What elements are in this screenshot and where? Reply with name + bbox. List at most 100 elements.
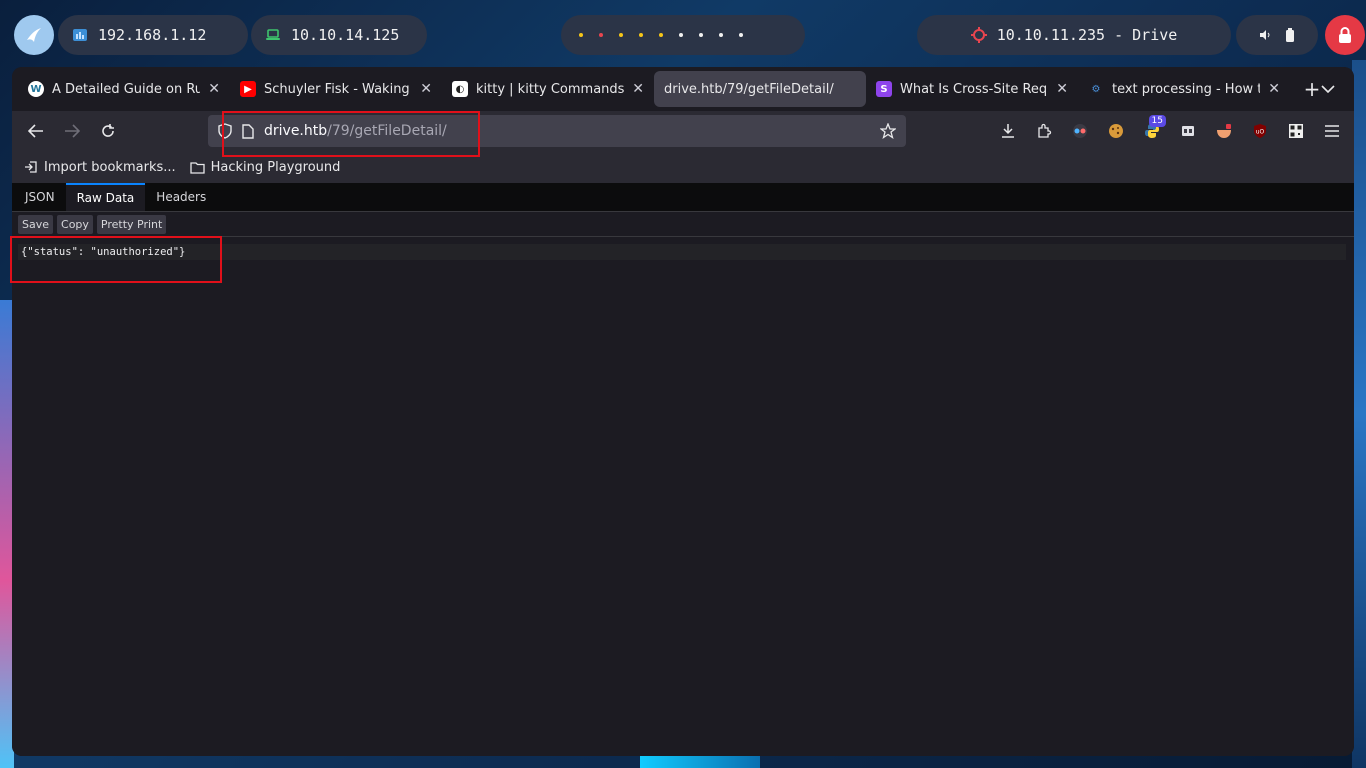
vpn-ip-widget[interactable]: 10.10.14.125 — [251, 15, 427, 55]
workspace-dot[interactable] — [579, 33, 583, 37]
extension-ublock[interactable]: uO — [1244, 115, 1276, 147]
ublock-icon: uO — [1254, 124, 1266, 138]
bookmarks-toolbar: Import bookmarks... Hacking Playground — [12, 151, 1354, 183]
tab-headers[interactable]: Headers — [145, 183, 217, 211]
back-arrow-icon — [28, 124, 43, 138]
downloads-button[interactable] — [992, 115, 1024, 147]
distro-logo-button[interactable] — [14, 15, 54, 55]
bowl-icon — [1217, 124, 1231, 138]
puzzle-icon — [1038, 123, 1052, 138]
battery-icon[interactable] — [1285, 28, 1295, 42]
workspace-switcher[interactable] — [561, 15, 805, 55]
s-icon: S — [876, 81, 892, 97]
volume-icon[interactable] — [1259, 29, 1271, 41]
workspace-dot[interactable] — [619, 33, 623, 37]
tab-label: A Detailed Guide on Rub — [52, 81, 201, 97]
page-icon — [242, 123, 254, 139]
extension-cookie-editor[interactable] — [1100, 115, 1132, 147]
reload-icon — [102, 124, 114, 137]
lock-icon — [1339, 27, 1351, 43]
target-widget[interactable]: 10.10.11.235 - Drive — [917, 15, 1231, 55]
local-ip-text: 192.168.1.12 — [98, 26, 207, 44]
local-ip-widget[interactable]: 192.168.1.12 — [58, 15, 248, 55]
download-icon — [1002, 124, 1014, 138]
pretty-print-button[interactable]: Pretty Print — [96, 214, 167, 234]
target-icon — [970, 27, 987, 43]
bookmark-hacking-playground[interactable]: Hacking Playground — [189, 159, 341, 175]
tab-drive-htb[interactable]: drive.htb/79/getFileDetail/ — [654, 71, 866, 107]
extensions-button[interactable] — [1028, 115, 1060, 147]
network-icon — [73, 29, 87, 41]
extension-toolbar: 15 uO — [992, 115, 1348, 147]
forward-button[interactable] — [56, 115, 88, 147]
tab-json[interactable]: JSON — [14, 183, 66, 211]
tab-kitty[interactable]: ◐ kitty | kitty Commands | ✕ — [442, 71, 654, 107]
import-icon — [25, 161, 37, 173]
reload-button[interactable] — [92, 115, 124, 147]
workspace-dot[interactable] — [599, 33, 603, 37]
close-icon[interactable]: ✕ — [632, 81, 644, 97]
extension-python[interactable]: 15 — [1136, 115, 1168, 147]
bookmark-import[interactable]: Import bookmarks... — [24, 160, 176, 175]
desktop-panel: 192.168.1.12 10.10.14.125 10.10.11.235 -… — [0, 15, 1366, 55]
app-menu-button[interactable] — [1316, 115, 1348, 147]
viewer-tab-bar: JSON Raw Data Headers — [12, 183, 1354, 212]
json-viewer: JSON Raw Data Headers Save Copy Pretty P… — [12, 183, 1354, 756]
python-badge: 15 — [1148, 115, 1166, 127]
qr-code-icon — [1289, 124, 1303, 138]
extension-foxyproxy[interactable] — [1064, 115, 1096, 147]
extension-container[interactable] — [1172, 115, 1204, 147]
youtube-icon: ▶ — [240, 81, 256, 97]
address-bar[interactable]: drive.htb/79/getFileDetail/ — [208, 115, 906, 147]
workspace-dot[interactable] — [739, 33, 743, 37]
viewer-toolbar: Save Copy Pretty Print — [12, 212, 1354, 237]
workspace-dot[interactable] — [719, 33, 723, 37]
tab-list-button[interactable] — [1312, 73, 1344, 105]
vpn-ip-text: 10.10.14.125 — [291, 26, 400, 44]
lock-button[interactable] — [1325, 15, 1365, 55]
url-path: /79/getFileDetail/ — [327, 123, 447, 139]
back-button[interactable] — [20, 115, 52, 147]
url-host: drive.htb — [264, 123, 328, 139]
tab-raw-data[interactable]: Raw Data — [65, 183, 146, 211]
tab-schuyler-fisk[interactable]: ▶ Schuyler Fisk - Waking Li ✕ — [230, 71, 442, 107]
workspace-dot[interactable] — [639, 33, 643, 37]
bookmark-label: Hacking Playground — [210, 159, 341, 175]
hamburger-menu-icon — [1325, 125, 1339, 137]
forward-arrow-icon — [65, 124, 80, 138]
workspace-dot[interactable] — [679, 33, 683, 37]
url-text[interactable]: drive.htb/79/getFileDetail/ — [264, 123, 447, 139]
tab-label: drive.htb/79/getFileDetail/ — [664, 81, 834, 97]
close-icon[interactable]: ✕ — [420, 81, 432, 97]
wordpress-icon: W — [28, 81, 44, 97]
container-icon — [1182, 126, 1194, 136]
close-icon[interactable]: ✕ — [1056, 81, 1068, 97]
raw-response-text[interactable]: {"status": "unauthorized"} — [18, 244, 1346, 260]
folder-icon — [189, 161, 205, 174]
tab-label: kitty | kitty Commands | — [476, 81, 625, 97]
close-icon[interactable]: ✕ — [208, 81, 220, 97]
glasses-icon — [1073, 124, 1087, 138]
svg-text:uO: uO — [1256, 129, 1265, 136]
save-button[interactable]: Save — [18, 214, 54, 234]
tab-detailed-guide[interactable]: W A Detailed Guide on Rub ✕ — [18, 71, 230, 107]
distro-logo-icon — [27, 28, 41, 42]
tab-label: Schuyler Fisk - Waking Li — [264, 81, 413, 97]
bookmark-label: Import bookmarks... — [44, 159, 176, 175]
shield-icon[interactable] — [218, 123, 232, 139]
extension-wappalyzer[interactable] — [1208, 115, 1240, 147]
extension-qr[interactable] — [1280, 115, 1312, 147]
close-icon[interactable]: ✕ — [1268, 81, 1280, 97]
workspace-dot[interactable] — [659, 33, 663, 37]
system-tray[interactable] — [1236, 15, 1318, 55]
tab-strip: W A Detailed Guide on Rub ✕ ▶ Schuyler F… — [12, 67, 1354, 111]
tab-cross-site[interactable]: S What Is Cross-Site Requ ✕ — [866, 71, 1078, 107]
tab-label: text processing - How to — [1112, 81, 1261, 97]
target-text: 10.10.11.235 - Drive — [996, 26, 1178, 44]
browser-window: W A Detailed Guide on Rub ✕ ▶ Schuyler F… — [12, 67, 1354, 756]
copy-button[interactable]: Copy — [57, 214, 93, 234]
chevron-down-icon — [1321, 85, 1335, 93]
workspace-dot[interactable] — [699, 33, 703, 37]
bookmark-star-icon[interactable] — [880, 123, 896, 139]
tab-text-processing[interactable]: ⚙ text processing - How to ✕ — [1078, 71, 1290, 107]
